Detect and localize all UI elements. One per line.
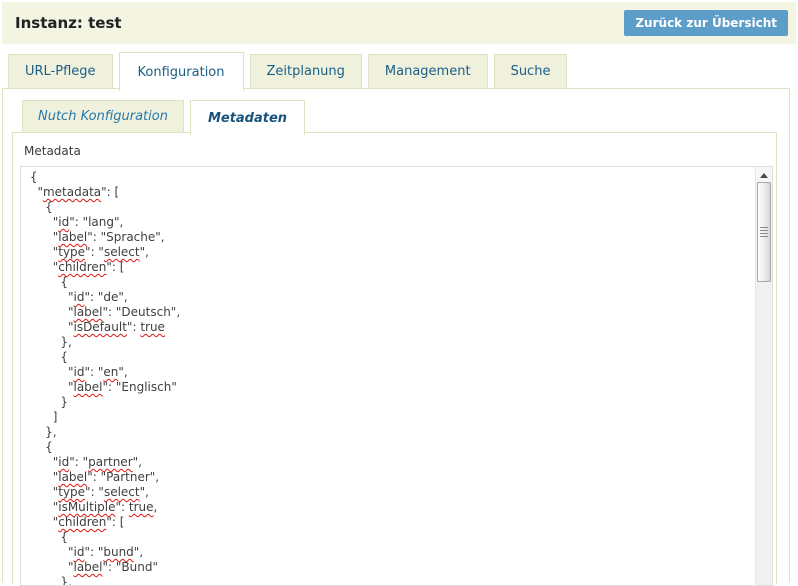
code-line: "label": "Englisch" [26, 380, 750, 395]
code-line: { [26, 350, 750, 365]
tab-konfiguration[interactable]: Konfiguration [119, 52, 244, 91]
code-line: "id": "bund", [26, 545, 750, 560]
page-title: Instanz: test [15, 14, 122, 32]
back-to-overview-button[interactable]: Zurück zur Übersicht [624, 10, 788, 36]
code-line: "label": "Sprache", [26, 230, 750, 245]
metadata-textarea[interactable]: { "metadata": [ { "id": "lang", "label":… [20, 166, 773, 586]
code-line: "isDefault": true [26, 320, 750, 335]
code-line: { [26, 200, 750, 215]
code-line: "children": [ [26, 515, 750, 530]
code-line: }, [26, 335, 750, 350]
subtab-metadaten[interactable]: Metadaten [190, 100, 305, 135]
code-line: "id": "en", [26, 365, 750, 380]
instance-header: Instanz: test Zurück zur Übersicht [2, 2, 796, 44]
code-line: { [26, 530, 750, 545]
main-tabs: URL-PflegeKonfigurationZeitplanungManage… [8, 52, 790, 89]
code-line: { [26, 440, 750, 455]
tab-suche[interactable]: Suche [494, 54, 568, 89]
subtab-nutch-konfiguration[interactable]: Nutch Konfiguration [22, 100, 184, 133]
code-line: "id": "lang", [26, 215, 750, 230]
metadata-textarea-content[interactable]: { "metadata": [ { "id": "lang", "label":… [21, 167, 772, 586]
scrollbar-track[interactable] [755, 167, 772, 585]
code-line: "label": "Partner", [26, 470, 750, 485]
sub-tabs: Nutch KonfigurationMetadaten [22, 100, 777, 133]
konfiguration-tab-panel: Nutch KonfigurationMetadaten Metadata { … [2, 88, 790, 582]
code-line: "label": "Deutsch", [26, 305, 750, 320]
code-line: }, [26, 575, 750, 586]
scrollbar-grip-icon [760, 227, 768, 237]
code-line: { [26, 170, 750, 185]
scroll-up-arrow-icon [760, 173, 768, 178]
code-line: }, [26, 425, 750, 440]
tab-zeitplanung[interactable]: Zeitplanung [250, 54, 362, 89]
code-line: "label": "Bund" [26, 560, 750, 575]
code-line: "type": "select", [26, 485, 750, 500]
code-line: { [26, 275, 750, 290]
tab-url-pflege[interactable]: URL-Pflege [8, 54, 113, 89]
metadata-field-label: Metadata [24, 144, 773, 158]
code-line: "children": [ [26, 260, 750, 275]
code-line: ] [26, 410, 750, 425]
code-line: "isMultiple": true, [26, 500, 750, 515]
metadaten-subtab-panel: Metadata { "metadata": [ { "id": "lang",… [12, 132, 777, 584]
code-line: } [26, 395, 750, 410]
scrollbar-thumb[interactable] [757, 182, 771, 282]
code-line: "metadata": [ [26, 185, 750, 200]
scrollbar-up-button[interactable] [756, 167, 772, 183]
code-line: "id": "de", [26, 290, 750, 305]
code-line: "type": "select", [26, 245, 750, 260]
tab-management[interactable]: Management [368, 54, 488, 89]
code-line: "id": "partner", [26, 455, 750, 470]
